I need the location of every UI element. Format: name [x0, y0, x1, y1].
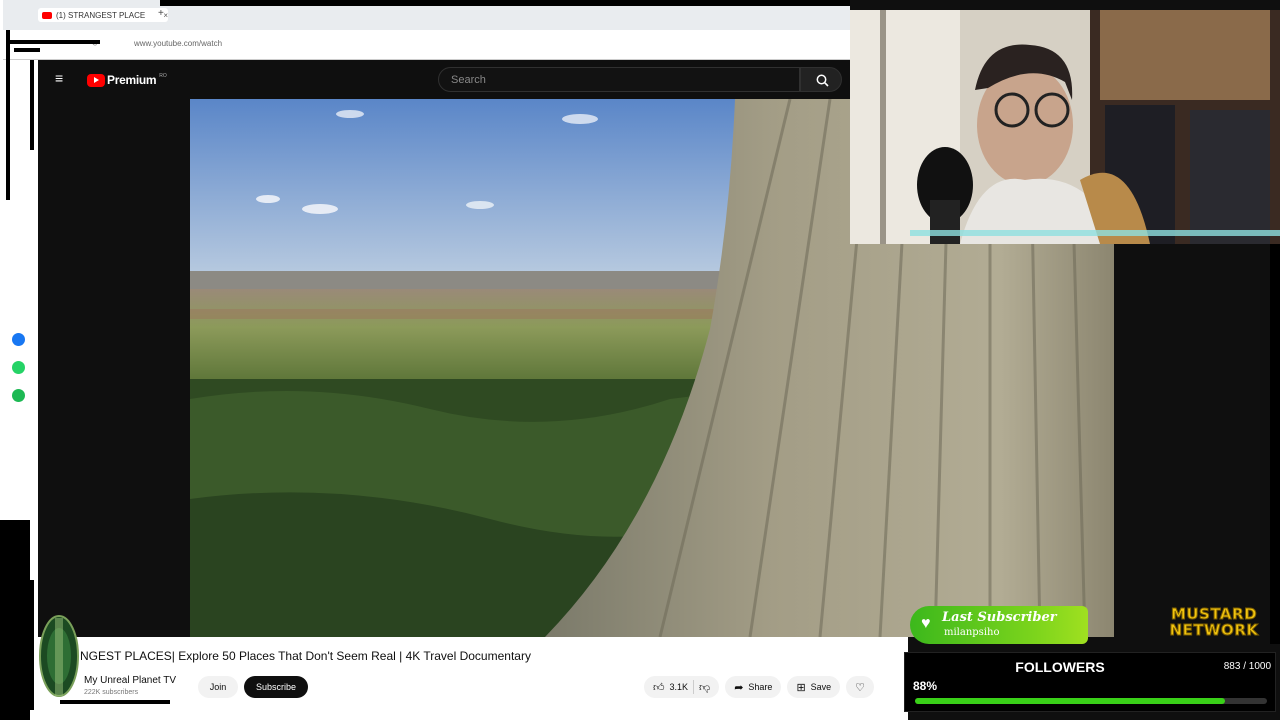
followers-count: 883 / 1000: [1223, 661, 1271, 672]
search-box: [438, 67, 800, 92]
search-input[interactable]: [451, 68, 791, 91]
thanks-icon: ♡: [855, 681, 866, 694]
followers-percent: 88%: [913, 679, 938, 693]
share-button[interactable]: ➦ Share: [725, 676, 782, 698]
last-subscriber-title: Last Subscriber: [942, 610, 1057, 625]
divider: [693, 680, 695, 694]
followers-progress-track: [915, 698, 1267, 704]
messenger-icon[interactable]: [12, 333, 25, 346]
save-icon: ⊞: [796, 681, 806, 694]
like-count[interactable]: 3.1K: [670, 682, 689, 692]
whatsapp-icon[interactable]: [12, 361, 25, 374]
save-label: Save: [810, 682, 832, 692]
video-title: NGEST PLACES| Explore 50 Places That Don…: [80, 649, 531, 663]
save-button[interactable]: ⊞ Save: [787, 676, 841, 698]
youtube-brand-label: Premium: [107, 73, 157, 87]
thanks-button[interactable]: ♡: [846, 676, 875, 698]
like-dislike-group: 👍︎ 3.1K 👎︎: [644, 676, 720, 698]
frame-bar-bottom-left: [30, 580, 34, 710]
followers-goal-widget: FOLLOWERS 883 / 1000 88%: [904, 652, 1276, 712]
join-button[interactable]: Join: [198, 676, 238, 698]
address-bar[interactable]: ⟳ www.youtube.com/watch: [0, 30, 850, 60]
frame-bar-top-left: [10, 40, 100, 44]
tab-title: (1) STRANGEST PLACE: [56, 10, 146, 20]
frame-bottom-left: [0, 520, 30, 720]
stream-scene: (1) STRANGEST PLACE × + ⟳ www.youtube.co…: [0, 0, 1280, 720]
spotify-icon[interactable]: [12, 389, 25, 402]
youtube-header: ≡ Premium RO: [38, 62, 850, 98]
followers-label: FOLLOWERS: [1015, 659, 1105, 675]
frame-bar-right: [1270, 244, 1280, 644]
frame-bar-top: [160, 0, 850, 6]
followers-progress-fill: [915, 698, 1225, 704]
subscribe-button[interactable]: Subscribe: [244, 676, 308, 698]
frame-bar-top-left-2: [14, 48, 40, 52]
search-icon: [816, 74, 829, 87]
menu-icon[interactable]: ≡: [55, 71, 63, 85]
video-actions: 👍︎ 3.1K 👎︎ ➦ Share ⊞ Save ♡: [644, 676, 875, 698]
new-tab-button[interactable]: +: [158, 8, 164, 19]
tab-close-icon[interactable]: ×: [163, 11, 168, 20]
brand-line-1: MUSTARD: [1170, 605, 1258, 623]
frame-line-left: [0, 0, 3, 200]
heart-icon: ♥: [921, 615, 931, 632]
like-icon[interactable]: 👍︎: [653, 681, 665, 694]
region-code: RO: [159, 73, 167, 79]
youtube-logo[interactable]: Premium RO: [87, 73, 167, 87]
streamer-image: [850, 10, 1280, 244]
frame-bar-left: [6, 30, 10, 200]
video-info-panel: NGEST PLACES| Explore 50 Places That Don…: [38, 637, 908, 720]
brand-line-2: NETWORK: [1169, 621, 1259, 639]
youtube-play-icon: [87, 73, 105, 87]
browser-tab[interactable]: (1) STRANGEST PLACE ×: [38, 8, 168, 22]
mustard-network-logo: MUSTARD NETWORK: [1156, 606, 1272, 644]
channel-emblem: [38, 608, 80, 708]
last-subscriber-name: milanpsiho: [944, 627, 1000, 638]
url-text[interactable]: www.youtube.com/watch: [134, 39, 222, 48]
share-icon: ➦: [734, 681, 744, 694]
last-subscriber-badge: ♥ Last Subscriber milanpsiho: [910, 606, 1088, 644]
subscriber-count: 222K subscribers: [84, 689, 139, 696]
search-button[interactable]: [800, 67, 842, 92]
dislike-icon[interactable]: 👎︎: [699, 681, 710, 694]
youtube-favicon-icon: [42, 11, 52, 19]
emblem-icon: [39, 615, 79, 697]
webcam-feed: [850, 10, 1280, 244]
channel-name[interactable]: My Unreal Planet TV: [84, 675, 176, 686]
share-label: Share: [748, 682, 773, 692]
frame-bar-left-2: [30, 60, 34, 150]
